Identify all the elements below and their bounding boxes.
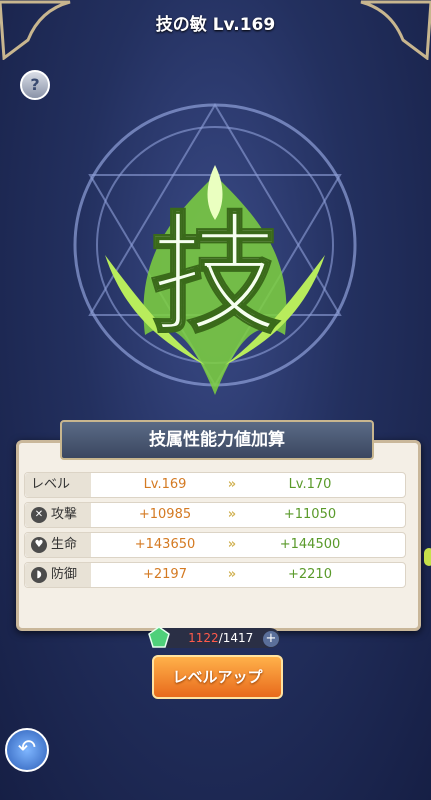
panel-title: 技属性能力値加算: [60, 420, 374, 460]
arrow-icon: »: [227, 477, 237, 492]
stat-label: 防御: [51, 567, 78, 582]
level-up-button[interactable]: レベルアップ: [152, 655, 283, 699]
stat-label: 生命: [51, 537, 78, 552]
stat-label-wrap: ♥ 生命: [25, 533, 91, 557]
material-have: 1122: [188, 631, 219, 645]
stat-current: +10985: [138, 507, 192, 522]
stat-row-hp: ♥ 生命 +143650 » +144500: [24, 532, 406, 558]
stat-next: +11050: [283, 507, 337, 522]
help-button[interactable]: ?: [20, 70, 50, 100]
emblem-kanji: 技: [150, 198, 280, 351]
stat-label-wrap: ◗ 防御: [25, 563, 91, 587]
sword-icon: ✕: [31, 506, 47, 523]
gem-icon: [148, 626, 170, 648]
stat-next: +2210: [288, 567, 332, 582]
stat-row-defense: ◗ 防御 +2197 » +2210: [24, 562, 406, 588]
page-title: 技の敏 Lv.169: [155, 15, 276, 35]
arrow-icon: »: [227, 537, 237, 552]
arrow-icon: »: [227, 507, 237, 522]
stat-label: レベル: [25, 473, 91, 497]
back-arrow-icon: ↶: [17, 736, 37, 761]
heart-icon: ♥: [31, 536, 47, 553]
stat-next: Lv.170: [288, 477, 332, 492]
material-need: /1417: [218, 631, 254, 645]
shield-icon: ◗: [31, 566, 47, 583]
stat-next: +144500: [279, 537, 341, 552]
stat-current: +2197: [143, 567, 187, 582]
stat-row-level: レベル Lv.169 » Lv.170: [24, 472, 406, 498]
add-material-button[interactable]: +: [263, 631, 279, 647]
back-button[interactable]: ↶: [5, 728, 49, 772]
stat-label-wrap: ✕ 攻撃: [25, 503, 91, 527]
stat-current: +143650: [134, 537, 196, 552]
stat-current: Lv.169: [143, 477, 187, 492]
arrow-icon: »: [227, 567, 237, 582]
stat-row-attack: ✕ 攻撃 +10985 » +11050: [24, 502, 406, 528]
stat-label: 攻撃: [51, 507, 78, 522]
side-tab-indicator: [424, 548, 431, 566]
skill-emblem: 技: [73, 103, 357, 395]
